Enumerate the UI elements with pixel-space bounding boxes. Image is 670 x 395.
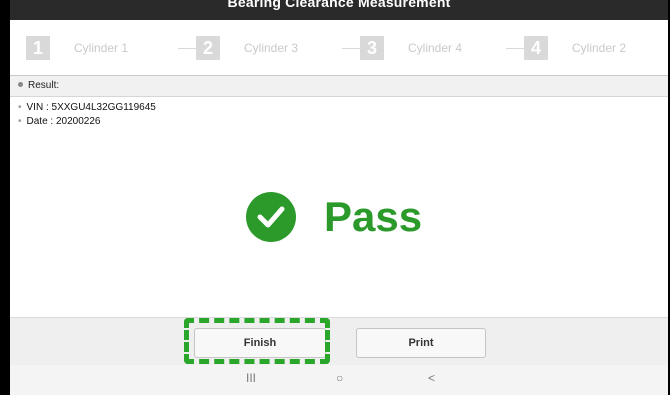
step-4: 4 Cylinder 2 bbox=[524, 36, 626, 60]
title-bar: Bearing Clearance Measurement bbox=[10, 0, 668, 20]
result-heading: Result: bbox=[28, 80, 60, 91]
step-4-label: Cylinder 2 bbox=[572, 41, 627, 55]
step-2-label: Cylinder 3 bbox=[244, 41, 299, 55]
check-circle-icon bbox=[246, 192, 296, 242]
android-nav-bar: III ○ < bbox=[10, 365, 668, 395]
vin-value: VIN : 5XXGU4L32GG119645 bbox=[26, 102, 156, 113]
step-1: 1 Cylinder 1 bbox=[26, 36, 128, 60]
bullet-icon: • bbox=[18, 116, 22, 127]
back-icon[interactable]: < bbox=[428, 371, 435, 385]
step-1-label: Cylinder 1 bbox=[74, 41, 129, 55]
action-bar: Finish Print bbox=[10, 317, 668, 366]
date-row: • Date : 20200226 bbox=[18, 116, 100, 127]
finish-highlight-box bbox=[184, 318, 330, 364]
result-header: Result: bbox=[10, 76, 668, 97]
step-3: 3 Cylinder 4 bbox=[360, 36, 462, 60]
home-icon[interactable]: ○ bbox=[336, 371, 343, 385]
step-4-number: 4 bbox=[524, 36, 548, 60]
step-separator bbox=[178, 48, 196, 49]
step-2: 2 Cylinder 3 bbox=[196, 36, 298, 60]
step-separator bbox=[342, 48, 360, 49]
date-value: Date : 20200226 bbox=[26, 116, 101, 127]
vin-row: • VIN : 5XXGU4L32GG119645 bbox=[18, 102, 156, 113]
step-3-label: Cylinder 4 bbox=[408, 41, 463, 55]
pass-status-text: Pass bbox=[324, 193, 423, 240]
step-indicator: 1 Cylinder 1 2 Cylinder 3 3 Cylinder 4 4… bbox=[10, 20, 668, 75]
pass-indicator: Pass bbox=[246, 192, 422, 242]
bullet-dot-icon bbox=[18, 82, 23, 87]
print-button[interactable]: Print bbox=[356, 328, 486, 358]
page-title: Bearing Clearance Measurement bbox=[227, 0, 451, 10]
step-1-number: 1 bbox=[26, 36, 50, 60]
step-2-number: 2 bbox=[196, 36, 220, 60]
step-separator bbox=[506, 48, 524, 49]
app-screen: Bearing Clearance Measurement 1 Cylinder… bbox=[10, 0, 668, 395]
recent-apps-icon[interactable]: III bbox=[246, 371, 256, 385]
bullet-icon: • bbox=[18, 102, 22, 113]
step-3-number: 3 bbox=[360, 36, 384, 60]
